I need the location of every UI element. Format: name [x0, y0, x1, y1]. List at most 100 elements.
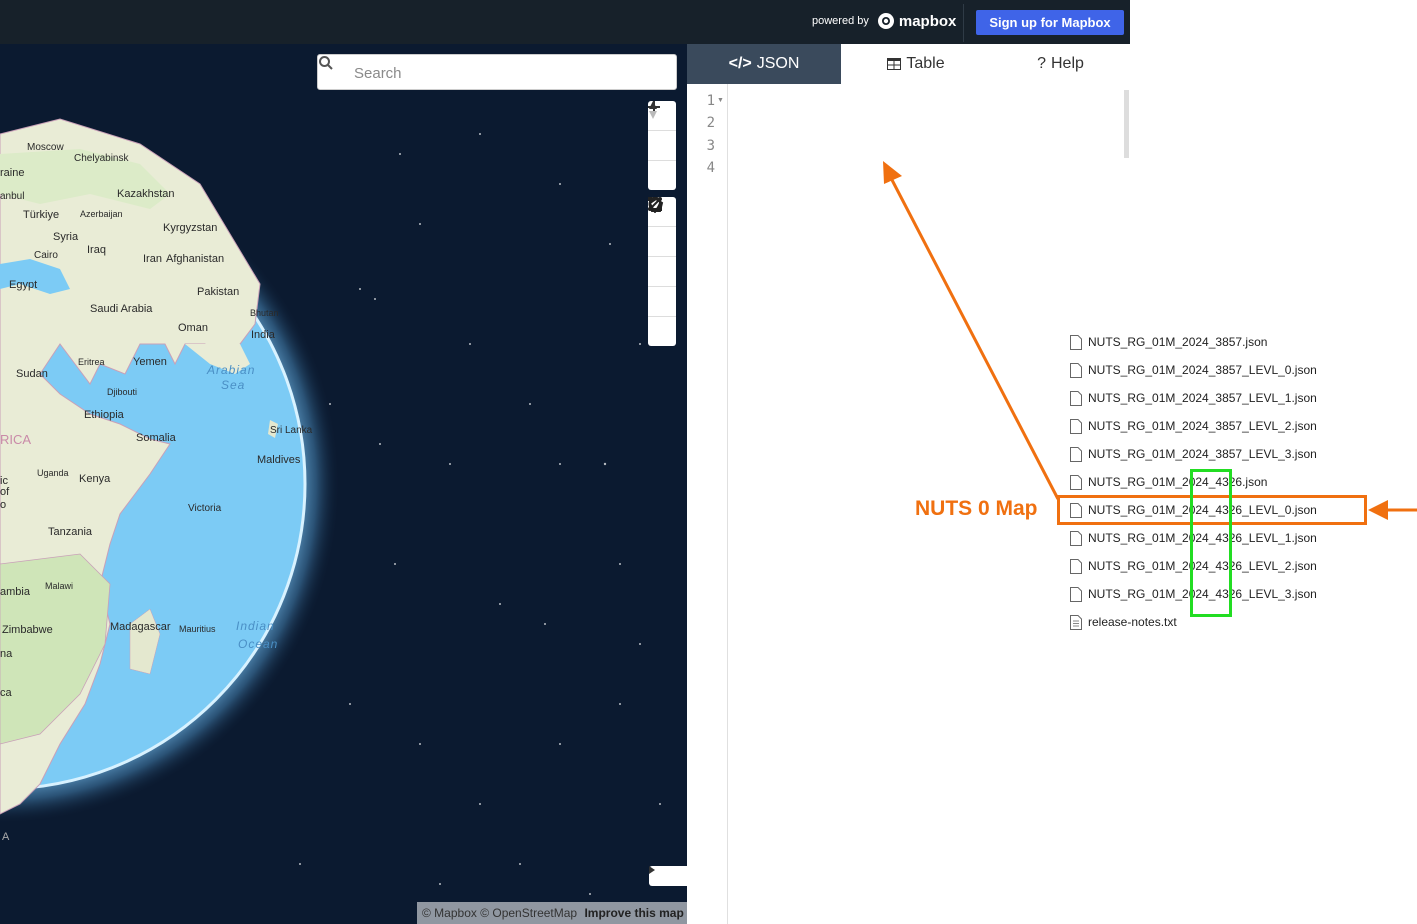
map-label: Sudan — [16, 368, 48, 380]
draw-line-button[interactable] — [648, 197, 676, 257]
list-item[interactable]: NUTS_RG_01M_2024_3857_LEVL_0.json — [1070, 360, 1317, 380]
file-icon — [1070, 362, 1082, 378]
map-label: Iran — [143, 253, 162, 265]
search-box[interactable] — [317, 54, 677, 90]
list-item[interactable]: release-notes.txt — [1070, 612, 1177, 632]
map-label: Pakistan — [197, 286, 240, 298]
file-name: release-notes.txt — [1088, 615, 1177, 629]
highlight-box-green — [1190, 469, 1232, 617]
map-label: Chelyabinsk — [74, 153, 129, 164]
file-icon — [1070, 586, 1082, 602]
editor-gutter: 1 ▼ 2 3 4 — [687, 84, 728, 924]
map-view[interactable]: Moscow Chelyabinsk raine Kazakhstan anbu… — [0, 44, 687, 924]
search-icon — [319, 56, 333, 70]
file-icon — [1070, 418, 1082, 434]
map-label: Kenya — [79, 473, 111, 485]
map-label: A — [2, 831, 10, 843]
file-name: NUTS_RG_01M_2024_3857_LEVL_0.json — [1088, 363, 1317, 377]
list-item[interactable]: NUTS_RG_01M_2024_3857_LEVL_2.json — [1070, 416, 1317, 436]
map-label: Ethiopia — [84, 409, 124, 421]
list-item[interactable]: NUTS_RG_01M_2024_3857.json — [1070, 332, 1267, 352]
map-label: ambia — [0, 586, 30, 598]
map-attribution: © Mapbox © OpenStreetMap Improve this ma… — [417, 902, 687, 924]
zoom-out-button[interactable] — [648, 106, 676, 161]
map-label: ca — [0, 687, 12, 699]
draw-rectangle-button[interactable] — [648, 197, 676, 317]
list-item[interactable]: NUTS_RG_01M_2024_3857_LEVL_3.json — [1070, 444, 1317, 464]
question-icon: ? — [1037, 55, 1046, 72]
line-number: 4 — [706, 160, 715, 176]
tab-json[interactable]: </> JSON — [687, 44, 841, 84]
arrow-head-icon — [1368, 500, 1388, 520]
map-label: Syria — [53, 231, 79, 243]
map-label: Saudi Arabia — [90, 303, 153, 315]
file-icon — [1070, 334, 1082, 350]
map-label: Oman — [178, 322, 208, 334]
improve-map-link[interactable]: Improve this map — [584, 906, 683, 920]
map-label: Malawi — [45, 581, 74, 591]
file-name: NUTS_RG_01M_2024_4326.json — [1088, 475, 1268, 489]
map-label: Uganda — [37, 468, 69, 478]
map-label: of — [0, 486, 10, 498]
top-header: powered by mapbox Sign up for Mapbox — [0, 0, 1130, 44]
map-label: Kazakhstan — [117, 188, 175, 200]
draw-controls — [648, 197, 676, 346]
zoom-controls — [648, 101, 676, 190]
text-file-icon — [1070, 614, 1082, 630]
list-item[interactable]: NUTS_RG_01M_2024_3857_LEVL_1.json — [1070, 388, 1317, 408]
map-label: India — [251, 329, 275, 341]
tab-label: Table — [906, 55, 945, 72]
map-label: Eritrea — [78, 357, 105, 367]
map-label: Cairo — [34, 250, 58, 261]
signup-button[interactable]: Sign up for Mapbox — [976, 10, 1124, 35]
table-icon — [887, 58, 902, 70]
map-label: anbul — [0, 191, 25, 202]
toggle-panel-button[interactable] — [649, 866, 687, 886]
attribution-text[interactable]: © Mapbox © OpenStreetMap — [422, 906, 577, 920]
map-label: Somalia — [136, 432, 176, 444]
line-number: 2 — [706, 115, 715, 131]
fold-arrow-icon[interactable]: ▼ — [717, 97, 724, 104]
map-label: Indian — [236, 619, 275, 633]
map-label: Victoria — [188, 503, 222, 514]
map-label: Djibouti — [107, 387, 138, 397]
map-label: na — [0, 648, 13, 660]
compass-icon — [649, 101, 657, 119]
circle-icon — [648, 197, 662, 211]
file-name: NUTS_RG_01M_2024_3857_LEVL_1.json — [1088, 391, 1317, 405]
file-icon — [1070, 446, 1082, 462]
map-label: Azerbaijan — [80, 209, 123, 219]
map-label: raine — [0, 167, 25, 179]
draw-polygon-button[interactable] — [648, 197, 676, 287]
map-label: Sea — [221, 378, 246, 392]
file-icon — [1070, 558, 1082, 574]
draw-circle-button[interactable] — [648, 197, 676, 346]
search-input[interactable] — [352, 61, 666, 85]
map-label: Ocean — [238, 637, 279, 651]
mapbox-logo-icon: mapbox — [877, 12, 957, 30]
compass-button[interactable] — [648, 101, 676, 190]
mapbox-branding[interactable]: powered by mapbox — [812, 12, 956, 30]
editor-panel: </> JSON Table ? Help 1 ▼ 2 3 4 — [687, 44, 1130, 924]
map-label: RICA — [0, 432, 32, 447]
file-icon — [1070, 390, 1082, 406]
map-label: Afghanistan — [166, 253, 225, 265]
code-icon: </> — [728, 55, 752, 72]
map-label: Madagascar — [110, 621, 171, 633]
tab-label: Help — [1051, 55, 1084, 72]
map-label: Zimbabwe — [2, 624, 53, 636]
mapbox-wordmark: mapbox — [898, 12, 957, 30]
header-divider — [963, 4, 964, 42]
map-label: Tanzania — [48, 526, 93, 538]
tab-help[interactable]: ? Help — [991, 44, 1130, 84]
list-item[interactable]: NUTS_RG_01M_2024_4326.json — [1070, 472, 1267, 492]
map-label: Maldives — [257, 454, 301, 466]
editor-scrollbar[interactable] — [1124, 90, 1129, 158]
tab-table[interactable]: Table — [841, 44, 991, 84]
map-label: Egypt — [9, 279, 38, 291]
map-label: Mauritius — [179, 624, 216, 634]
file-icon — [1070, 530, 1082, 546]
file-name: NUTS_RG_01M_2024_3857_LEVL_2.json — [1088, 419, 1317, 433]
map-label: Yemen — [133, 356, 167, 368]
file-name: NUTS_RG_01M_2024_3857.json — [1088, 335, 1268, 349]
